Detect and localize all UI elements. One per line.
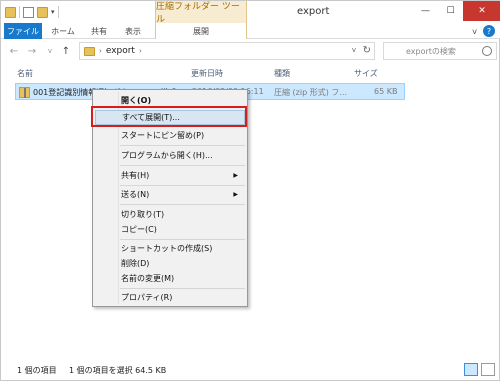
search-icon (482, 46, 492, 56)
customize-toolbar-icon[interactable]: ▾ (51, 8, 55, 16)
new-folder-icon[interactable] (37, 6, 48, 18)
menu-separator (120, 239, 245, 240)
refresh-icon[interactable]: ↻ (363, 45, 371, 56)
breadcrumb-arrow-icon[interactable]: › (139, 47, 142, 55)
zip-file-icon (19, 87, 30, 98)
file-size: 65 KB (374, 87, 398, 96)
menu-item-label: 削除(D) (121, 259, 150, 268)
menu-item-label: 送る(N) (121, 190, 150, 199)
address-bar[interactable]: › export › v ↻ (79, 42, 375, 60)
address-dropdown-icon[interactable]: v (352, 46, 356, 54)
menu-item-label: 開く(O) (121, 96, 152, 105)
toolbar-separator (19, 6, 20, 18)
menu-item-label: 名前の変更(M) (121, 274, 175, 283)
menu-item-label: 共有(H) (121, 171, 150, 180)
maximize-button[interactable]: ☐ (438, 1, 463, 21)
large-icons-view-button[interactable] (481, 363, 495, 376)
menu-item-label: プログラムから開く(H)... (121, 151, 213, 160)
menu-item-properties[interactable]: プロパティ(R) (95, 290, 245, 305)
menu-item-pin-to-start[interactable]: スタートにピン留め(P) (95, 128, 245, 143)
tab-view[interactable]: 表示 (118, 23, 148, 39)
window-title: export (297, 6, 330, 17)
window-controls: — ☐ ✕ (413, 1, 500, 21)
column-headers: 名前 更新日時 種類 サイズ (1, 64, 500, 82)
breadcrumb-arrow-icon[interactable]: › (99, 47, 102, 55)
column-header-type[interactable]: 種類 (274, 68, 290, 79)
navigation-bar: ← → v ↑ › export › v ↻ exportの検索 (1, 40, 500, 62)
menu-item-label: コピー(C) (121, 225, 157, 234)
tab-extract[interactable]: 展開 (155, 23, 247, 39)
folder-icon (5, 6, 16, 18)
menu-item-label: 切り取り(T) (121, 210, 165, 219)
close-button[interactable]: ✕ (463, 1, 500, 21)
column-header-modified[interactable]: 更新日時 (191, 68, 223, 79)
menu-separator (120, 204, 245, 205)
menu-item-cut[interactable]: 切り取り(T) (95, 207, 245, 222)
submenu-arrow-icon: ▶ (233, 191, 238, 198)
menu-separator (120, 185, 245, 186)
up-arrow-icon[interactable]: ↑ (59, 44, 73, 58)
status-item-count: 1 個の項目 (17, 366, 57, 375)
compressed-folder-tools-header: 圧縮フォルダー ツール (155, 1, 247, 25)
recent-locations-icon[interactable]: v (43, 44, 57, 58)
menu-item-create-shortcut[interactable]: ショートカットの作成(S) (95, 241, 245, 256)
menu-item-delete[interactable]: 削除(D) (95, 256, 245, 271)
back-arrow-icon[interactable]: ← (7, 44, 21, 58)
column-header-size[interactable]: サイズ (354, 68, 378, 79)
expand-ribbon-icon[interactable]: v (472, 27, 477, 36)
menu-item-open-with[interactable]: プログラムから開く(H)... (95, 148, 245, 163)
menu-item-copy[interactable]: コピー(C) (95, 222, 245, 237)
menu-item-send-to[interactable]: 送る(N) ▶ (95, 187, 245, 202)
help-icon[interactable]: ? (483, 25, 495, 37)
details-view-button[interactable] (464, 363, 478, 376)
search-input[interactable]: exportの検索 (383, 42, 497, 60)
toolbar-separator (57, 6, 59, 18)
forward-arrow-icon[interactable]: → (25, 44, 39, 58)
menu-separator (120, 145, 245, 146)
title-bar: ▾ 圧縮フォルダー ツール export — ☐ ✕ (1, 1, 500, 25)
menu-item-label: プロパティ(R) (121, 293, 173, 302)
ribbon-right-controls: v ? (472, 25, 495, 37)
minimize-button[interactable]: — (413, 1, 438, 21)
tab-home[interactable]: ホーム (47, 23, 79, 39)
menu-item-label: スタートにピン留め(P) (121, 131, 205, 140)
ribbon-tabs: ファイル ホーム 共有 表示 展開 v ? (1, 23, 500, 39)
menu-item-rename[interactable]: 名前の変更(M) (95, 271, 245, 286)
status-selection: 1 個の項目を選択 64.5 KB (69, 366, 167, 375)
quick-access-toolbar: ▾ (5, 4, 59, 20)
menu-separator (120, 165, 245, 166)
submenu-arrow-icon: ▶ (233, 172, 238, 179)
menu-item-share[interactable]: 共有(H) ▶ (95, 168, 245, 183)
column-header-name[interactable]: 名前 (17, 68, 33, 79)
breadcrumb-export[interactable]: export (106, 46, 135, 56)
file-type: 圧縮 (zip 形式) フ... (274, 88, 347, 97)
search-placeholder: exportの検索 (406, 46, 456, 56)
folder-icon (84, 46, 95, 56)
tab-file[interactable]: ファイル (4, 23, 42, 39)
tab-share[interactable]: 共有 (84, 23, 114, 39)
annotation-highlight-box (91, 106, 247, 127)
menu-separator (120, 288, 245, 289)
status-bar: 1 個の項目 1 個の項目を選択 64.5 KB (1, 359, 500, 381)
properties-icon[interactable] (23, 6, 34, 18)
explorer-window: ▾ 圧縮フォルダー ツール export — ☐ ✕ ファイル ホーム 共有 表… (0, 0, 500, 381)
menu-item-label: ショートカットの作成(S) (121, 244, 213, 253)
